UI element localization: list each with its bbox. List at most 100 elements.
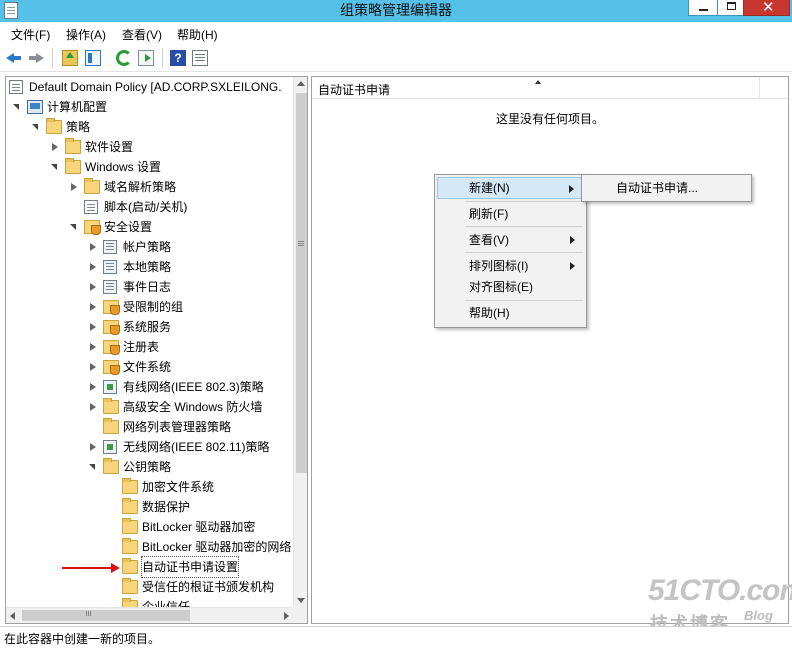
- collapsed-caret-icon[interactable]: [51, 143, 59, 151]
- minimize-button[interactable]: [688, 0, 718, 16]
- menu-action[interactable]: 操作(A): [66, 26, 106, 43]
- collapsed-caret-icon[interactable]: [89, 303, 97, 311]
- annotation-arrow: [62, 563, 120, 573]
- console-tree[interactable]: Default Domain Policy [AD.CORP.SXLEILONG…: [5, 76, 308, 624]
- menu-file[interactable]: 文件(F): [11, 26, 50, 43]
- help-icon[interactable]: ?: [170, 50, 186, 66]
- column-header[interactable]: 自动证书申请: [312, 77, 788, 99]
- scroll-right-icon[interactable]: [284, 612, 289, 620]
- back-arrow-icon[interactable]: [6, 50, 22, 66]
- collapsed-caret-icon[interactable]: [89, 323, 97, 331]
- collapsed-caret-icon[interactable]: [89, 343, 97, 351]
- folder-icon: [65, 158, 81, 174]
- tree-node-label: 高级安全 Windows 防火墙: [123, 400, 263, 414]
- collapsed-caret-icon[interactable]: [89, 283, 97, 291]
- refresh-icon[interactable]: [116, 50, 132, 66]
- properties-icon[interactable]: [192, 50, 208, 66]
- context-menu-item-label: 查看(V): [469, 233, 509, 247]
- context-menu-item-label: 新建(N): [469, 181, 510, 195]
- menu-bar: 文件(F) 操作(A) 查看(V) 帮助(H): [0, 22, 792, 44]
- maximize-icon: [727, 2, 736, 10]
- tree-node-label: 帐户策略: [123, 240, 172, 254]
- tree-node-label: BitLocker 驱动器加密的网络: [142, 540, 292, 554]
- folder-icon: [122, 478, 138, 494]
- folder-icon: [122, 578, 138, 594]
- scroll-down-icon[interactable]: [297, 598, 305, 603]
- context-menu-item-label: 刷新(F): [469, 207, 509, 221]
- column-divider[interactable]: [759, 77, 760, 99]
- toolbar-separator: [162, 48, 163, 68]
- scroll-up-icon[interactable]: [297, 81, 305, 86]
- context-menu-item-arrange-icons[interactable]: 排列图标(I): [437, 255, 584, 277]
- scroll-left-icon[interactable]: [10, 612, 15, 620]
- close-button[interactable]: ✕: [743, 0, 790, 16]
- maximize-button[interactable]: [717, 0, 744, 16]
- tree-node-label: 网络列表管理器策略: [123, 420, 232, 434]
- expanded-caret-icon[interactable]: [31, 123, 39, 131]
- tree-node-label: 安全设置: [104, 220, 153, 234]
- menu-separator: [465, 201, 583, 202]
- collapsed-caret-icon[interactable]: [89, 263, 97, 271]
- context-menu-item-new[interactable]: 新建(N): [437, 177, 584, 199]
- tree-node-label: 策略: [66, 120, 91, 134]
- scroll-thumb[interactable]: [22, 610, 190, 621]
- collapsed-caret-icon[interactable]: [70, 183, 78, 191]
- expanded-caret-icon[interactable]: [88, 463, 96, 471]
- scroll-thumb[interactable]: [296, 93, 307, 473]
- watermark-blog: Blog: [744, 608, 773, 623]
- up-folder-icon[interactable]: [62, 50, 78, 66]
- context-menu-item-refresh[interactable]: 刷新(F): [437, 203, 584, 225]
- collapsed-caret-icon[interactable]: [89, 243, 97, 251]
- expanded-caret-icon[interactable]: [50, 163, 58, 171]
- tree-node-label: 文件系统: [123, 360, 172, 374]
- export-list-icon[interactable]: [138, 50, 154, 66]
- tree-node-label: 受限制的组: [123, 300, 184, 314]
- folder-icon: [46, 118, 62, 134]
- folder-icon: [122, 498, 138, 514]
- context-menu-item-label: 帮助(H): [469, 306, 510, 320]
- column-header-label[interactable]: 自动证书申请: [318, 81, 390, 98]
- forward-arrow-icon[interactable]: [28, 50, 44, 66]
- context-menu-item-view[interactable]: 查看(V): [437, 229, 584, 251]
- context-menu-item-help[interactable]: 帮助(H): [437, 302, 584, 324]
- tree-horizontal-scrollbar[interactable]: [6, 607, 293, 623]
- menu-help[interactable]: 帮助(H): [177, 26, 218, 43]
- tree-node-label: 本地策略: [123, 260, 172, 274]
- locked-folder-icon: [103, 340, 120, 355]
- folder-icon: [103, 398, 119, 414]
- tree-vertical-scrollbar[interactable]: [293, 77, 307, 607]
- context-menu-item-label: 排列图标(I): [469, 259, 529, 273]
- folder-icon: [103, 418, 119, 434]
- tree-node-label: 脚本(启动/关机): [104, 200, 188, 214]
- collapsed-caret-icon[interactable]: [89, 403, 97, 411]
- status-text: 在此容器中创建一新的项目。: [4, 632, 161, 646]
- tree-node-label: 数据保护: [142, 500, 191, 514]
- collapsed-caret-icon[interactable]: [89, 443, 97, 451]
- locked-folder-icon: [103, 360, 120, 375]
- toolbar: ?: [0, 44, 792, 72]
- locked-folder-icon: [103, 300, 120, 315]
- submenu-item-auto-cert-request[interactable]: 自动证书申请...: [584, 177, 749, 199]
- scrollbar-corner: [293, 607, 307, 623]
- menu-separator: [465, 226, 583, 227]
- menu-separator: [465, 300, 583, 301]
- close-icon: ✕: [762, 0, 775, 16]
- expanded-caret-icon[interactable]: [12, 103, 20, 111]
- expanded-caret-icon[interactable]: [69, 223, 77, 231]
- scroll-grip-icon: [86, 611, 87, 616]
- tree-node-label: 域名解析策略: [104, 180, 177, 194]
- details-pane[interactable]: 自动证书申请 这里没有任何项目。: [311, 76, 789, 624]
- context-menu-item-line-up-icons[interactable]: 对齐图标(E): [437, 276, 584, 298]
- menu-view[interactable]: 查看(V): [122, 26, 162, 43]
- collapsed-caret-icon[interactable]: [89, 363, 97, 371]
- tree-node-label: 注册表: [123, 340, 160, 354]
- folder-icon: [122, 558, 138, 574]
- show-hide-tree-icon[interactable]: [85, 50, 101, 66]
- folder-icon: [84, 178, 100, 194]
- scroll-grip-icon: [298, 241, 304, 242]
- collapsed-caret-icon[interactable]: [89, 383, 97, 391]
- submenu-item-label: 自动证书申请...: [616, 181, 699, 195]
- submenu-arrow-icon: [569, 185, 574, 193]
- folder-icon: [122, 518, 138, 534]
- tree-node-label: 系统服务: [123, 320, 172, 334]
